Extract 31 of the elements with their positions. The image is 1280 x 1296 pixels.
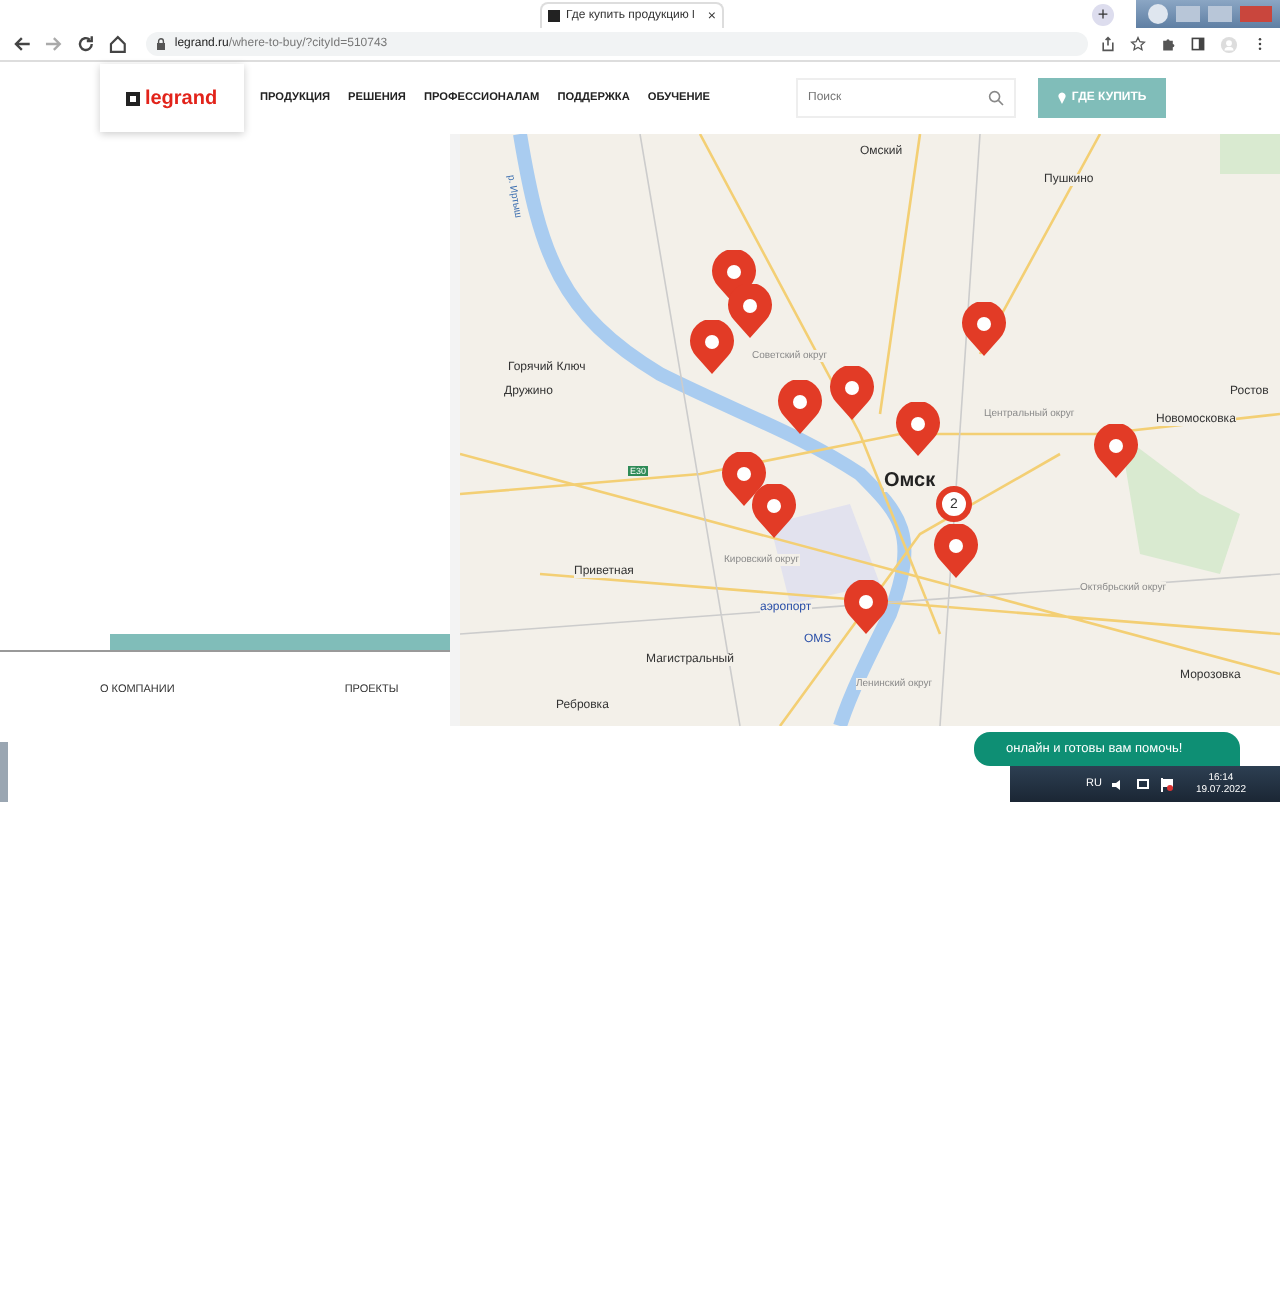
favicon-icon [548,10,560,22]
search-icon [988,90,1004,106]
star-icon[interactable] [1130,36,1146,52]
map-pin-icon[interactable] [722,452,766,506]
tab-search-button[interactable] [1148,4,1168,24]
map-pin-icon[interactable] [728,284,772,338]
map-pin-icon[interactable] [962,302,1006,356]
new-tab-button[interactable]: + [1092,4,1114,26]
puzzle-icon[interactable] [1160,36,1176,52]
legrand-logo[interactable]: legrand [100,64,244,132]
forward-icon[interactable] [43,34,64,54]
share-icon[interactable] [1100,36,1116,52]
location-pin-icon [1057,92,1066,104]
map-pin-icon[interactable] [844,580,888,634]
map-pin-icon[interactable] [934,524,978,578]
map-pin-icon[interactable] [752,484,796,538]
back-icon[interactable] [12,34,32,54]
map-pin-icon[interactable] [830,366,874,420]
map-pin-icon[interactable] [1094,424,1138,478]
reload-icon[interactable] [75,34,96,54]
volume-icon[interactable] [1111,777,1126,791]
city-map-drawing[interactable] [460,134,1280,726]
network-icon[interactable] [1135,777,1150,791]
place-label: Омск [884,470,936,492]
home-icon[interactable] [107,34,127,54]
sidebar-icon[interactable] [1190,36,1206,52]
lock-icon [156,38,167,50]
map-pin-icon[interactable] [896,402,940,456]
map-pin-icon[interactable] [778,380,822,434]
map-pin-icon[interactable] [690,320,734,374]
flag-icon[interactable] [1159,777,1174,791]
